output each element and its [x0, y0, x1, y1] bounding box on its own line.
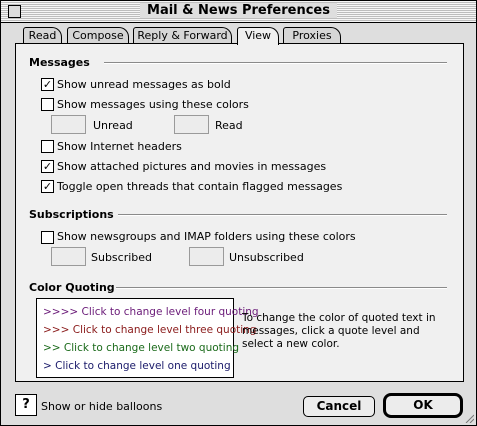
attached-media-checkbox[interactable]: ✓ — [41, 160, 54, 173]
subscription-colors-label: Show newsgroups and IMAP folders using t… — [57, 230, 356, 243]
message-colors-label: Show messages using these colors — [57, 98, 249, 111]
subscription-colors-checkbox[interactable] — [41, 231, 54, 244]
color-quoting-section-title: Color Quoting — [29, 281, 115, 294]
toggle-threads-checkbox[interactable]: ✓ — [41, 180, 54, 193]
resize-grip-icon[interactable] — [464, 413, 474, 423]
balloons-label: Show or hide balloons — [41, 400, 163, 413]
tab-view[interactable]: View — [237, 27, 279, 45]
quote-level-two[interactable]: >> Click to change level two quoting — [43, 342, 239, 354]
subscriptions-divider — [118, 214, 447, 216]
subscribed-label: Subscribed — [91, 251, 153, 264]
attached-media-label: Show attached pictures and movies in mes… — [57, 160, 327, 173]
window-title: Mail & News Preferences — [140, 3, 337, 18]
title-bar[interactable]: Mail & News Preferences — [1, 1, 476, 23]
show-bold-checkbox[interactable]: ✓ — [41, 78, 54, 91]
preferences-window: Mail & News Preferences Read Compose Rep… — [0, 0, 477, 426]
internet-headers-checkbox[interactable] — [41, 140, 54, 153]
messages-divider — [104, 62, 447, 64]
read-color-swatch[interactable] — [174, 115, 209, 134]
subscribed-color-swatch[interactable] — [51, 247, 86, 266]
balloon-help-icon[interactable]: ? — [15, 394, 37, 416]
quote-level-three[interactable]: >>> Click to change level three quoting — [43, 324, 256, 336]
tab-compose[interactable]: Compose — [67, 27, 129, 43]
cancel-button[interactable]: Cancel — [303, 396, 375, 417]
unsubscribed-color-swatch[interactable] — [189, 247, 224, 266]
internet-headers-label: Show Internet headers — [57, 140, 182, 153]
quote-level-list: >>>> Click to change level four quoting … — [36, 298, 259, 378]
tab-read[interactable]: Read — [23, 27, 62, 43]
message-colors-checkbox[interactable] — [41, 98, 54, 111]
view-panel: Messages ✓ Show unread messages as bold … — [15, 43, 464, 382]
read-label: Read — [215, 119, 243, 132]
color-quoting-divider — [116, 287, 447, 289]
quote-level-four[interactable]: >>>> Click to change level four quoting — [43, 306, 259, 318]
quote-level-one[interactable]: > Click to change level one quoting — [43, 360, 231, 372]
ok-button[interactable]: OK — [383, 393, 463, 418]
unread-color-swatch[interactable] — [51, 115, 86, 134]
tab-proxies[interactable]: Proxies — [283, 27, 341, 43]
show-bold-label: Show unread messages as bold — [57, 78, 231, 91]
messages-section-title: Messages — [29, 56, 90, 69]
subscriptions-section-title: Subscriptions — [29, 208, 114, 221]
toggle-threads-label: Toggle open threads that contain flagged… — [57, 180, 343, 193]
unread-label: Unread — [93, 119, 133, 132]
color-quoting-help-text: To change the color of quoted text in me… — [242, 312, 436, 350]
tab-reply-forward[interactable]: Reply & Forward — [133, 27, 232, 43]
unsubscribed-label: Unsubscribed — [229, 251, 304, 264]
